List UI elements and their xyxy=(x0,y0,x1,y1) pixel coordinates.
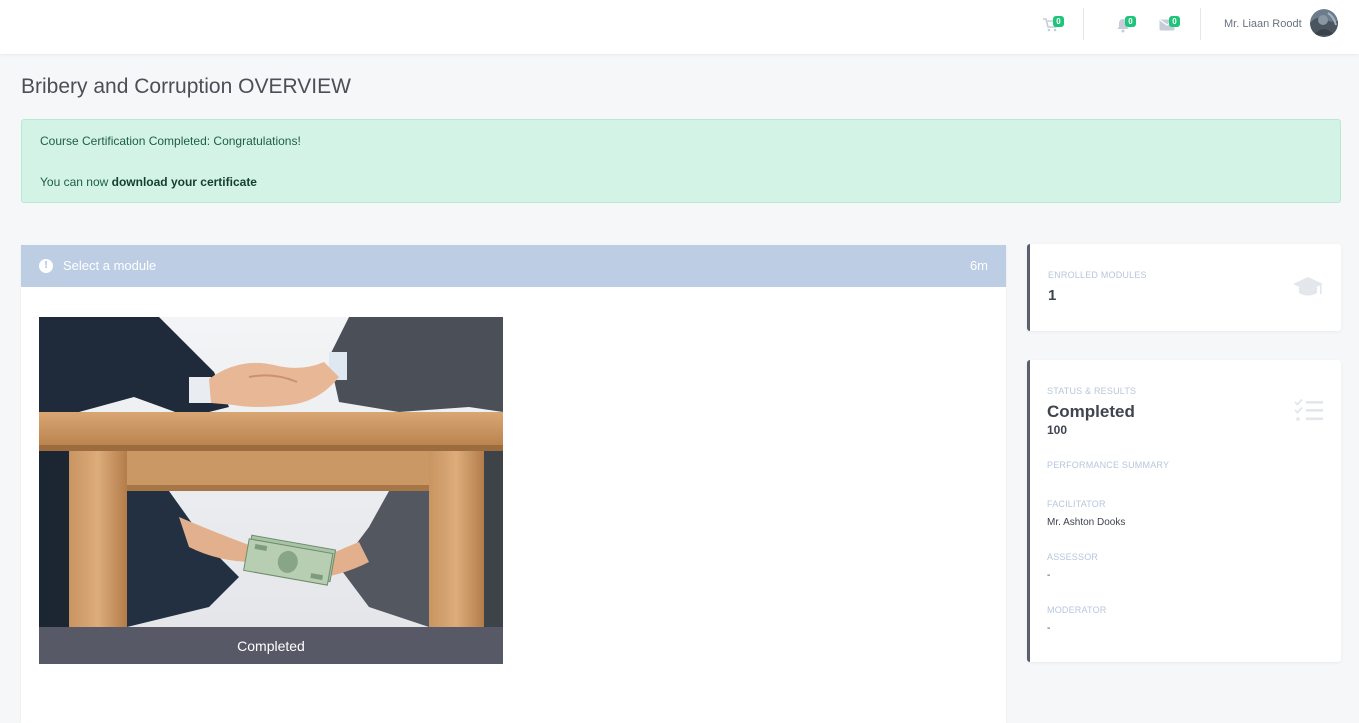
page-title: Bribery and Corruption OVERVIEW xyxy=(21,75,351,98)
info-icon: ! xyxy=(39,259,53,273)
topbar-divider xyxy=(1083,8,1084,40)
notifications-button[interactable]: 0 xyxy=(1112,10,1136,40)
module-card[interactable]: Completed xyxy=(39,317,503,664)
module-panel-header: ! Select a module 6m xyxy=(21,245,1006,287)
topbar-divider xyxy=(1200,8,1201,40)
performance-summary-link[interactable]: PERFORMANCE SUMMARY xyxy=(1047,460,1169,470)
alert-download-prefix: You can now xyxy=(40,175,112,189)
moderator-label: MODERATOR xyxy=(1047,605,1107,615)
cart-badge: 0 xyxy=(1053,16,1064,27)
success-alert: Course Certification Completed: Congratu… xyxy=(21,119,1341,203)
assessor-value: - xyxy=(1047,570,1051,581)
status-value: Completed xyxy=(1047,402,1135,421)
enrolled-modules-count: 1 xyxy=(1048,287,1057,304)
module-panel-title: Select a module xyxy=(63,258,157,273)
assessor-label: ASSESSOR xyxy=(1047,552,1099,562)
status-results-card: STATUS & RESULTS Completed 100 PERFORMAN… xyxy=(1027,360,1341,662)
envelope-icon: 0 xyxy=(1156,14,1180,36)
avatar[interactable] xyxy=(1310,9,1338,37)
notifications-badge: 0 xyxy=(1125,16,1136,27)
alert-download-line: You can now download your certificate xyxy=(40,175,257,189)
status-results-label: STATUS & RESULTS xyxy=(1047,386,1137,396)
messages-button[interactable]: 0 xyxy=(1156,10,1180,40)
cart-icon: 0 xyxy=(1040,14,1064,36)
module-duration: 6m xyxy=(969,258,988,273)
alert-message: Course Certification Completed: Congratu… xyxy=(40,134,301,148)
enrolled-modules-card: ENROLLED MODULES 1 xyxy=(1027,244,1341,331)
facilitator-value: Mr. Ashton Dooks xyxy=(1047,517,1126,528)
top-navbar: 0 0 0 Mr. Liaan Roodt xyxy=(0,0,1359,54)
bell-icon: 0 xyxy=(1112,14,1136,36)
module-status-bar: Completed xyxy=(39,627,503,664)
module-thumbnail-image xyxy=(39,317,503,627)
messages-badge: 0 xyxy=(1169,16,1180,27)
facilitator-label: FACILITATOR xyxy=(1047,499,1106,509)
module-panel: ! Select a module 6m Completed xyxy=(21,245,1006,723)
moderator-value: - xyxy=(1047,623,1051,634)
cart-button[interactable]: 0 xyxy=(1040,10,1064,40)
user-name[interactable]: Mr. Liaan Roodt xyxy=(1224,18,1302,30)
enrolled-modules-label: ENROLLED MODULES xyxy=(1048,270,1147,280)
download-certificate-link[interactable]: download your certificate xyxy=(112,175,257,189)
checklist-icon xyxy=(1294,398,1323,421)
score-value: 100 xyxy=(1047,423,1068,437)
graduation-cap-icon xyxy=(1293,277,1323,296)
